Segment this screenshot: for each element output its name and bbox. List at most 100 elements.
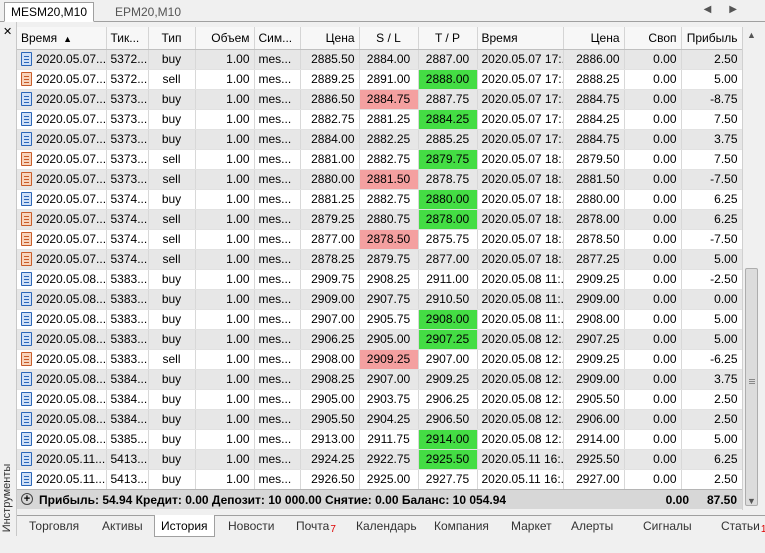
cell-tp: 2914.00 xyxy=(418,429,478,450)
chart-tab-epm20[interactable]: EPM20,M10 xyxy=(108,2,188,22)
table-row[interactable]: 2020.05.08... 5384... buy 1.00 mes... 2905.50… xyxy=(17,409,743,430)
bottom-tab[interactable]: Статьи1 xyxy=(715,518,765,537)
cell-tp: 2925.50 xyxy=(418,449,478,470)
bottom-tab[interactable]: Сигналы xyxy=(637,518,698,537)
bottom-tab[interactable]: Активы xyxy=(96,518,149,537)
table-row[interactable]: 2020.05.07... 5372... sell 1.00 mes... 2889.2… xyxy=(17,69,743,90)
cell-sym: mes... xyxy=(254,469,301,490)
cell-swap: 0.00 xyxy=(624,369,682,390)
buy-deal-icon xyxy=(21,332,32,347)
scrollbar-thumb[interactable] xyxy=(745,268,758,506)
scroll-down-icon[interactable]: ▼ xyxy=(743,493,760,510)
cell-tp: 2878.00 xyxy=(418,209,478,230)
cell-sl: 2882.25 xyxy=(359,129,419,150)
cell-swap: 0.00 xyxy=(624,89,682,110)
close-icon[interactable]: ✕ xyxy=(3,25,12,38)
cell-type: sell xyxy=(148,169,196,190)
cell-sym: mes... xyxy=(254,349,301,370)
expand-plus-icon[interactable]: + xyxy=(21,493,33,505)
cell-t1: 2020.05.07... xyxy=(17,129,107,150)
column-header[interactable]: Тип xyxy=(148,27,196,50)
table-row[interactable]: 2020.05.08... 5384... buy 1.00 mes... 2905.00… xyxy=(17,389,743,410)
scroll-up-icon[interactable]: ▲ xyxy=(743,27,760,44)
cell-close: 2888.25 xyxy=(563,69,625,90)
chart-tab-mesm20[interactable]: MESM20,M10 xyxy=(4,2,95,22)
column-header[interactable]: T / P xyxy=(418,27,478,50)
cell-ticket: 5383... xyxy=(106,269,149,290)
column-header[interactable]: Тик... xyxy=(106,27,149,50)
cell-price: 2884.00 xyxy=(300,129,360,150)
cell-ticket: 5383... xyxy=(106,349,149,370)
cell-tp: 2907.00 xyxy=(418,349,478,370)
cell-sym: mes... xyxy=(254,69,301,90)
cell-sl: 2879.75 xyxy=(359,249,419,270)
table-row[interactable]: 2020.05.08... 5383... buy 1.00 mes... 2906.25… xyxy=(17,329,743,350)
cell-t2: 2020.05.07 17:... xyxy=(477,89,564,110)
cell-ticket: 5413... xyxy=(106,469,149,490)
bottom-tab[interactable]: Алерты xyxy=(565,518,619,537)
bottom-tab[interactable]: Почта7 xyxy=(290,518,342,537)
table-row[interactable]: 2020.05.11... 5413... buy 1.00 mes... 2926.50… xyxy=(17,469,743,490)
cell-t2: 2020.05.07 18:... xyxy=(477,209,564,230)
column-header[interactable]: Прибыль xyxy=(681,27,743,50)
cell-swap: 0.00 xyxy=(624,209,682,230)
column-header[interactable]: Цена xyxy=(300,27,360,50)
column-header[interactable]: Объем xyxy=(195,27,255,50)
cell-vol: 1.00 xyxy=(195,329,255,350)
cell-sl: 2891.00 xyxy=(359,69,419,90)
bottom-tab[interactable]: Новости xyxy=(222,518,280,537)
cell-vol: 1.00 xyxy=(195,89,255,110)
column-header[interactable]: Цена xyxy=(563,27,625,50)
table-row[interactable]: 2020.05.07... 5373... sell 1.00 mes... 2880.0… xyxy=(17,169,743,190)
summary-text: Прибыль: 54.94 Кредит: 0.00 Депозит: 10 … xyxy=(39,493,507,507)
cell-tp: 2887.00 xyxy=(418,49,478,70)
cell-price: 2905.00 xyxy=(300,389,360,410)
cell-profit: 5.00 xyxy=(681,69,743,90)
bottom-tab[interactable]: Маркет xyxy=(505,518,558,537)
cell-type: buy xyxy=(148,429,196,450)
column-header[interactable]: Время ▲ xyxy=(17,27,107,50)
table-row[interactable]: 2020.05.08... 5383... buy 1.00 mes... 2909.75… xyxy=(17,269,743,290)
table-row[interactable]: 2020.05.07... 5374... sell 1.00 mes... 2878.2… xyxy=(17,249,743,270)
bottom-tab[interactable]: История xyxy=(154,515,215,537)
cell-type: buy xyxy=(148,269,196,290)
cell-close: 2878.00 xyxy=(563,209,625,230)
table-row[interactable]: 2020.05.07... 5374... sell 1.00 mes... 2877.0… xyxy=(17,229,743,250)
cell-price: 2877.00 xyxy=(300,229,360,250)
table-row[interactable]: 2020.05.07... 5374... sell 1.00 mes... 2879.2… xyxy=(17,209,743,230)
bottom-tab[interactable]: Торговля xyxy=(23,518,85,537)
table-row[interactable]: 2020.05.07... 5373... buy 1.00 mes... 2882.75… xyxy=(17,109,743,130)
table-row[interactable]: 2020.05.07... 5374... buy 1.00 mes... 2881.25… xyxy=(17,189,743,210)
column-header[interactable]: Сим... xyxy=(254,27,301,50)
cell-type: buy xyxy=(148,369,196,390)
column-header[interactable]: S / L xyxy=(359,27,419,50)
buy-deal-icon xyxy=(21,452,32,467)
cell-ticket: 5372... xyxy=(106,69,149,90)
cell-t1: 2020.05.07... xyxy=(17,229,107,250)
tab-scroll-arrows[interactable]: ◀▶ xyxy=(704,4,755,15)
cell-vol: 1.00 xyxy=(195,109,255,130)
table-row[interactable]: 2020.05.07... 5373... buy 1.00 mes... 2886.50… xyxy=(17,89,743,110)
table-row[interactable]: 2020.05.08... 5383... buy 1.00 mes... 2907.00… xyxy=(17,309,743,330)
bottom-tab[interactable]: Компания xyxy=(428,518,495,537)
cell-swap: 0.00 xyxy=(624,249,682,270)
cell-close: 2905.50 xyxy=(563,389,625,410)
cell-swap: 0.00 xyxy=(624,389,682,410)
table-row[interactable]: 2020.05.08... 5384... buy 1.00 mes... 2908.25… xyxy=(17,369,743,390)
cell-type: sell xyxy=(148,209,196,230)
table-row[interactable]: 2020.05.11... 5413... buy 1.00 mes... 2924.25… xyxy=(17,449,743,470)
column-header[interactable]: Своп xyxy=(624,27,682,50)
cell-t2: 2020.05.08 12:... xyxy=(477,349,564,370)
sell-deal-icon xyxy=(21,72,32,87)
table-row[interactable]: 2020.05.07... 5372... buy 1.00 mes... 2885.50… xyxy=(17,49,743,70)
table-row[interactable]: 2020.05.08... 5385... buy 1.00 mes... 2913.00… xyxy=(17,429,743,450)
table-row[interactable]: 2020.05.07... 5373... sell 1.00 mes... 2881.0… xyxy=(17,149,743,170)
table-row[interactable]: 2020.05.08... 5383... sell 1.00 mes... 2908.0… xyxy=(17,349,743,370)
vertical-scrollbar[interactable]: ▲ ▼ xyxy=(742,27,759,510)
bottom-tab[interactable]: Календарь xyxy=(350,518,423,537)
table-row[interactable]: 2020.05.08... 5383... buy 1.00 mes... 2909.00… xyxy=(17,289,743,310)
cell-price: 2909.00 xyxy=(300,289,360,310)
column-header[interactable]: Время xyxy=(477,27,564,50)
cell-swap: 0.00 xyxy=(624,129,682,150)
table-row[interactable]: 2020.05.07... 5373... buy 1.00 mes... 2884.00… xyxy=(17,129,743,150)
